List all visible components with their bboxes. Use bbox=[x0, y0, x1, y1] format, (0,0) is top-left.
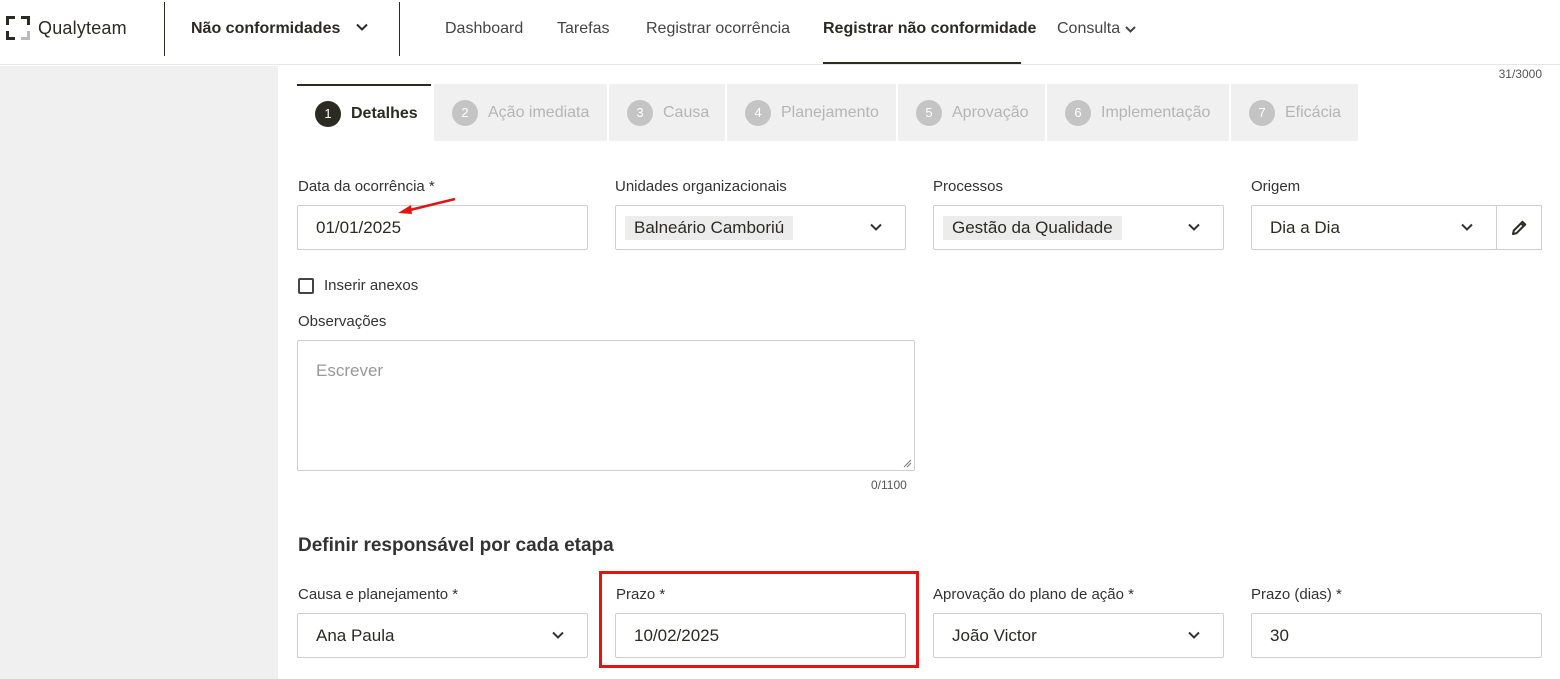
causa-planejamento-label: Causa e planejamento * bbox=[298, 586, 459, 603]
observacoes-counter: 0/1100 bbox=[871, 478, 907, 492]
step-number: 2 bbox=[452, 99, 478, 126]
nav-registrar-ocorrencia[interactable]: Registrar ocorrência bbox=[646, 20, 790, 38]
observacoes-textarea[interactable]: Escrever bbox=[297, 340, 915, 471]
divider bbox=[164, 2, 165, 56]
step-label: Causa bbox=[663, 103, 710, 121]
step-aprovacao[interactable]: 5 Aprovação bbox=[898, 84, 1045, 141]
pencil-icon bbox=[1512, 220, 1527, 235]
nav-consulta[interactable]: Consulta bbox=[1057, 20, 1120, 38]
step-number: 6 bbox=[1065, 99, 1091, 126]
divider bbox=[399, 2, 400, 56]
step-label: Detalhes bbox=[351, 104, 418, 122]
module-selector-label[interactable]: Não conformidades bbox=[191, 20, 340, 38]
top-navigation-bar: Qualyteam Não conformidades Dashboard Ta… bbox=[0, 0, 1560, 65]
section-title: Definir responsável por cada etapa bbox=[298, 535, 614, 556]
chevron-down-icon bbox=[1188, 631, 1200, 639]
processos-label: Processos bbox=[933, 178, 1004, 195]
step-eficacia[interactable]: 7 Eficácia bbox=[1231, 84, 1358, 141]
processo-chip: Gestão da Qualidade bbox=[943, 215, 1122, 240]
active-nav-indicator bbox=[823, 62, 1021, 64]
aprovacao-plano-select[interactable]: João Victor bbox=[933, 613, 1224, 658]
origem-select[interactable]: Dia a Dia bbox=[1251, 205, 1497, 250]
step-number: 5 bbox=[916, 99, 942, 126]
step-planejamento[interactable]: 4 Planejamento bbox=[727, 84, 896, 141]
prazo-dias-label: Prazo (dias) * bbox=[1251, 586, 1342, 603]
step-number: 4 bbox=[745, 99, 771, 126]
red-highlight-box bbox=[599, 571, 919, 668]
step-label: Ação imediata bbox=[488, 103, 590, 121]
observacoes-placeholder: Escrever bbox=[316, 361, 384, 380]
step-number: 7 bbox=[1249, 99, 1275, 126]
unidade-chip: Balneário Camboriú bbox=[625, 215, 794, 240]
prazo-dias-field[interactable]: 30 bbox=[1251, 613, 1542, 658]
step-causa[interactable]: 3 Causa bbox=[609, 84, 725, 141]
nav-registrar-nao-conformidade[interactable]: Registrar não conformidade bbox=[823, 20, 1036, 38]
character-counter: 31/3000 bbox=[1498, 67, 1542, 81]
inserir-anexos-checkbox[interactable] bbox=[298, 278, 314, 294]
red-arrow-annotation bbox=[398, 197, 456, 214]
step-label: Implementação bbox=[1101, 103, 1211, 121]
edit-origem-button[interactable] bbox=[1496, 205, 1542, 250]
logo-mark-icon bbox=[6, 16, 30, 40]
step-acao-imediata[interactable]: 2 Ação imediata bbox=[434, 84, 607, 141]
data-ocorrencia-label: Data da ocorrência * bbox=[298, 178, 435, 195]
chevron-down-icon bbox=[870, 223, 882, 231]
origem-label: Origem bbox=[1251, 178, 1301, 195]
chevron-down-icon[interactable] bbox=[355, 20, 369, 34]
nav-dashboard[interactable]: Dashboard bbox=[445, 20, 523, 38]
nav-tarefas[interactable]: Tarefas bbox=[557, 20, 609, 38]
origem-value: Dia a Dia bbox=[1270, 217, 1340, 237]
step-detalhes[interactable]: 1 Detalhes bbox=[297, 84, 431, 141]
chevron-down-icon bbox=[552, 631, 564, 639]
step-label: Aprovação bbox=[952, 103, 1029, 121]
step-number: 1 bbox=[315, 100, 341, 127]
qualyteam-logo[interactable]: Qualyteam bbox=[6, 16, 127, 40]
chevron-down-icon bbox=[1188, 223, 1200, 231]
chevron-down-icon[interactable] bbox=[1124, 23, 1137, 36]
data-ocorrencia-value: 01/01/2025 bbox=[316, 217, 402, 237]
resize-handle-icon[interactable] bbox=[902, 458, 912, 468]
processos-select[interactable]: Gestão da Qualidade bbox=[933, 205, 1224, 250]
unidades-select[interactable]: Balneário Camboriú bbox=[615, 205, 906, 250]
nav-consulta-label: Consulta bbox=[1057, 20, 1121, 37]
step-label: Planejamento bbox=[781, 103, 879, 121]
observacoes-label: Observações bbox=[298, 313, 387, 330]
unidades-label: Unidades organizacionais bbox=[615, 178, 787, 195]
prazo-dias-value: 30 bbox=[1270, 625, 1289, 645]
left-panel bbox=[0, 66, 278, 679]
step-label: Eficácia bbox=[1285, 103, 1342, 121]
causa-planejamento-value: Ana Paula bbox=[316, 625, 395, 645]
aprovacao-plano-label: Aprovação do plano de ação * bbox=[933, 586, 1134, 603]
step-number: 3 bbox=[627, 99, 653, 126]
causa-planejamento-select[interactable]: Ana Paula bbox=[297, 613, 588, 658]
inserir-anexos-label: Inserir anexos bbox=[324, 277, 419, 294]
step-implementacao[interactable]: 6 Implementação bbox=[1047, 84, 1229, 141]
chevron-down-icon bbox=[1461, 223, 1473, 231]
aprovacao-plano-value: João Victor bbox=[952, 625, 1037, 645]
logo-text: Qualyteam bbox=[38, 17, 127, 38]
